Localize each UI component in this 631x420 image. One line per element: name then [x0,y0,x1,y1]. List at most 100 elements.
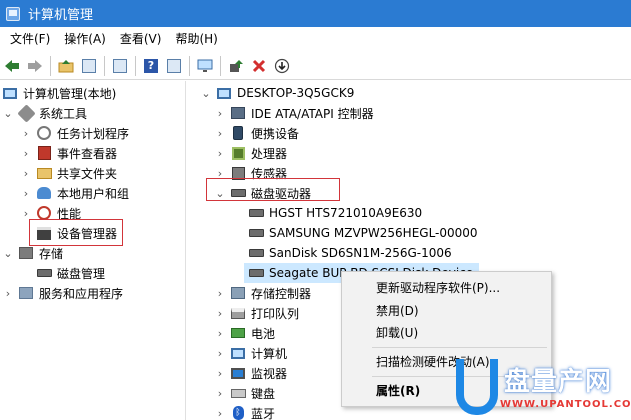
chevron-right-icon[interactable]: › [20,167,32,180]
chevron-right-icon[interactable]: › [214,107,226,120]
printer-icon [230,305,246,321]
disk-device-label: SanDisk SD6SN1M-256G-1006 [269,246,452,260]
device-category-computer[interactable]: › 计算机 [214,343,287,363]
toolbar-separator [189,55,190,76]
forward-arrow-icon [28,59,42,72]
disk-management-icon [36,265,52,281]
tree-item-label: 系统工具 [39,106,88,121]
forward-button[interactable] [25,56,45,76]
disk-device[interactable]: SanDisk SD6SN1M-256G-1006 [248,243,452,263]
battery-icon [230,325,246,341]
menu-item-uninstall[interactable]: 卸载(U) [376,324,418,341]
disk-device-label: SAMSUNG MZVPW256HEGL-00000 [269,226,478,240]
chevron-right-icon[interactable]: › [20,187,32,200]
show-hide-tree-button[interactable] [79,56,99,76]
menu-view[interactable]: 查看(V) [113,27,169,52]
disk-device[interactable]: SAMSUNG MZVPW256HEGL-00000 [248,223,478,243]
uninstall-button[interactable] [249,56,269,76]
action-pane-button[interactable] [164,56,184,76]
tools-icon [16,103,36,123]
tree-item-task-scheduler[interactable]: › 任务计划程序 [20,123,129,143]
back-arrow-icon [5,59,19,72]
toolbar-separator [50,55,51,76]
properties-button[interactable] [110,56,130,76]
device-category-label: 电池 [251,326,276,341]
title-bar: 计算机管理 [0,0,631,27]
chevron-down-icon[interactable]: ⌄ [200,87,212,100]
chevron-down-icon[interactable]: ⌄ [2,247,14,260]
chevron-right-icon[interactable]: › [214,347,226,360]
storage-icon [18,245,34,261]
uninstall-icon [252,59,266,72]
device-category-label: 监视器 [251,366,288,381]
keyboard-icon [230,385,246,401]
menu-help[interactable]: 帮助(H) [168,27,224,52]
tree-item-local-users[interactable]: › 本地用户和组 [20,183,129,203]
device-category-label: 键盘 [251,386,276,401]
menu-item-disable[interactable]: 禁用(D) [376,302,419,319]
tree-item-system-tools[interactable]: ⌄ 系统工具 [2,103,87,123]
device-category-keyboards[interactable]: › 键盘 [214,383,275,403]
tree-item-shared-folders[interactable]: › 共享文件夹 [20,163,117,183]
monitor-icon [230,365,246,381]
disk-drive-icon [248,265,264,281]
device-category-print-queues[interactable]: › 打印队列 [214,303,299,323]
bluetooth-icon: ᛒ [230,405,246,420]
ide-controller-icon [230,105,246,121]
help-button[interactable]: ? [141,56,161,76]
device-category-processors[interactable]: › 处理器 [214,143,287,163]
tree-root[interactable]: 计算机管理(本地) [2,83,116,103]
event-log-icon [36,145,52,161]
disk-drive-icon [248,205,264,221]
highlight-box-device-manager [29,219,123,246]
update-driver-icon [230,59,243,72]
chevron-right-icon[interactable]: › [214,307,226,320]
chevron-right-icon[interactable]: › [214,407,226,420]
chevron-right-icon[interactable]: › [214,287,226,300]
tree-item-storage[interactable]: ⌄ 存储 [2,243,63,263]
tree-item-event-viewer[interactable]: › 事件查看器 [20,143,117,163]
menu-item-properties[interactable]: 属性(R) [376,382,420,399]
up-button[interactable] [56,56,76,76]
chevron-down-icon[interactable]: ⌄ [2,107,14,120]
watermark: 盘量产网 WWW.UPANTOOL.COM [452,357,631,420]
toolbar: ? [0,52,631,80]
update-driver-button[interactable] [226,56,246,76]
back-button[interactable] [2,56,22,76]
tree-item-label: 事件查看器 [57,146,118,161]
tree-root-label: 计算机管理(本地) [23,86,117,101]
disk-device[interactable]: HGST HTS721010A9E630 [248,203,422,223]
menu-item-update-driver[interactable]: 更新驱动程序软件(P)... [376,279,500,296]
chevron-right-icon[interactable]: › [20,127,32,140]
users-icon [36,185,52,201]
device-category-ide[interactable]: › IDE ATA/ATAPI 控制器 [214,103,374,123]
device-category-label: 存储控制器 [251,286,312,301]
properties-icon [113,58,127,73]
menu-action[interactable]: 操作(A) [57,27,113,52]
device-category-bluetooth[interactable]: › ᛒ 蓝牙 [214,403,275,420]
disk-device-label: HGST HTS721010A9E630 [269,206,423,220]
device-tree-computer[interactable]: ⌄ DESKTOP-3Q5GCK9 [200,83,354,103]
chevron-right-icon[interactable]: › [2,287,14,300]
device-category-storage-controllers[interactable]: › 存储控制器 [214,283,311,303]
computer-management-icon [6,6,20,21]
chevron-right-icon[interactable]: › [20,207,32,220]
device-category-monitors[interactable]: › 监视器 [214,363,287,383]
chevron-right-icon[interactable]: › [214,127,226,140]
chevron-right-icon[interactable]: › [214,367,226,380]
chevron-right-icon[interactable]: › [214,147,226,160]
disable-button[interactable] [272,56,292,76]
device-category-label: 便携设备 [251,126,300,141]
menu-file[interactable]: 文件(F) [3,27,57,52]
tree-item-disk-management[interactable]: 磁盘管理 [36,263,105,283]
tree-item-services[interactable]: › 服务和应用程序 [2,283,123,303]
device-category-portable[interactable]: › 便携设备 [214,123,299,143]
device-category-battery[interactable]: › 电池 [214,323,275,343]
chevron-right-icon[interactable]: › [20,147,32,160]
scan-hardware-button[interactable] [195,56,215,76]
disk-drive-icon [248,245,264,261]
clock-icon [36,125,52,141]
chevron-right-icon[interactable]: › [214,327,226,340]
chevron-right-icon[interactable]: › [214,387,226,400]
shared-folder-icon [36,165,52,181]
